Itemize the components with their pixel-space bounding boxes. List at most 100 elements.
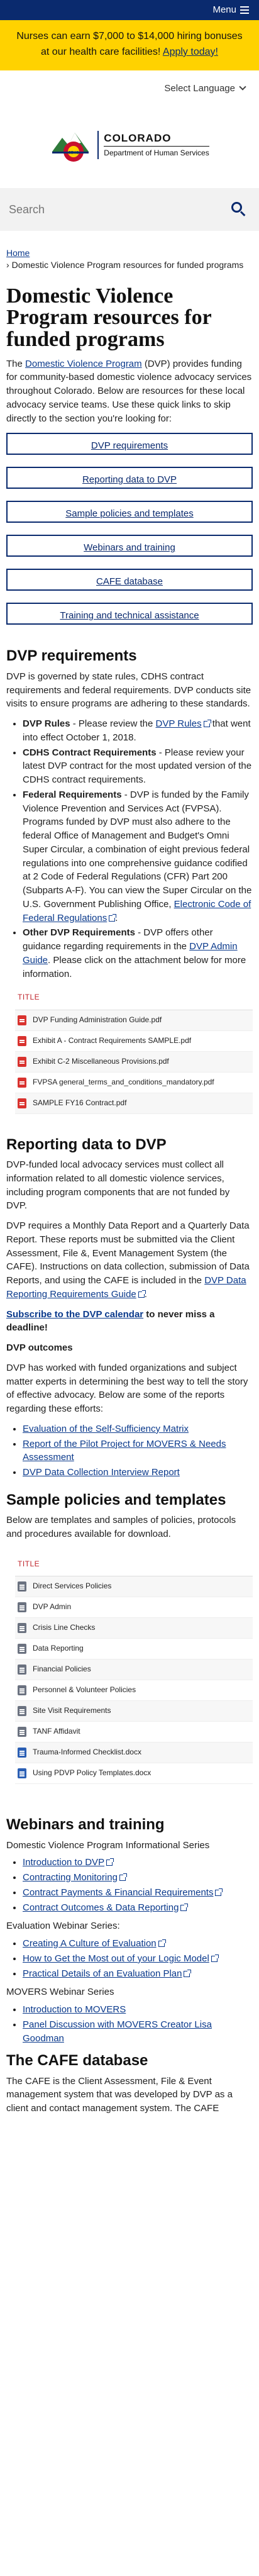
section-title-policies: Sample policies and templates (6, 1491, 226, 1508)
search-input[interactable] (9, 203, 197, 216)
file-row[interactable]: TANF Affidavit (15, 1722, 253, 1743)
reporting-p1: DVP-funded local advocacy services must … (6, 1159, 230, 1212)
requirements-file-table: TITLE DVP Funding Administration Guide.p… (15, 988, 253, 1114)
file-name: Site Visit Requirements (33, 1706, 111, 1715)
menu-button[interactable]: Menu (212, 3, 249, 17)
file-name: Data Reporting (33, 1644, 84, 1653)
file-row[interactable]: SAMPLE FY16 Contract.pdf (15, 1093, 253, 1114)
webinar-link[interactable]: Introduction to MOVERS (23, 2004, 126, 2015)
folder-icon (18, 1706, 26, 1717)
external-link-icon (119, 1873, 127, 1882)
file-row[interactable]: Data Reporting (15, 1639, 253, 1660)
site-logo[interactable]: CDHS COLORADO Department of Human Servic… (0, 99, 259, 188)
jump-webinars[interactable]: Webinars and training (6, 535, 253, 557)
colorado-logo-icon: CDHS (52, 133, 89, 162)
dvp-link[interactable]: Domestic Violence Program (25, 359, 142, 369)
logo-dept-name: Department of Human Services (104, 146, 209, 159)
item-bold: Federal Requirements (23, 789, 122, 800)
dvp-rules-link[interactable]: DVP Rules (156, 718, 202, 729)
jump-reporting-data[interactable]: Reporting data to DVP (6, 467, 253, 489)
file-row[interactable]: Trauma-Informed Checklist.docx (15, 1742, 253, 1764)
list-item: Contracting Monitoring (23, 1871, 253, 1885)
alert-banner: Nurses can earn $7,000 to $14,000 hiring… (0, 20, 259, 70)
webinar-link[interactable]: How to Get the Most out of your Logic Mo… (23, 1953, 209, 1964)
external-link-icon (138, 1290, 146, 1298)
file-name: Exhibit A - Contract Requirements SAMPLE… (33, 1036, 192, 1045)
pdf-file-icon (18, 1015, 26, 1025)
list-item: CDHS Contract Requirements - Please revi… (23, 746, 253, 787)
file-name: SAMPLE FY16 Contract.pdf (33, 1098, 127, 1108)
breadcrumb-home-link[interactable]: Home (6, 248, 30, 258)
requirements-intro: DVP is governed by state rules, CDHS con… (6, 671, 251, 710)
series1-list: Introduction to DVP Contracting Monitori… (0, 1856, 259, 1914)
file-row[interactable]: FVPSA general_terms_and_conditions_manda… (15, 1073, 253, 1093)
webinar-link[interactable]: Introduction to DVP (23, 1857, 104, 1868)
list-item: How to Get the Most out of your Logic Mo… (23, 1952, 253, 1966)
list-item: Introduction to DVP (23, 1856, 253, 1870)
policies-file-table: TITLE Direct Services Policies DVP Admin… (15, 1555, 253, 1785)
file-row[interactable]: DVP Funding Administration Guide.pdf (15, 1010, 253, 1031)
requirements-list: DVP Rules - Please review the DVP Rules … (0, 717, 259, 981)
file-row[interactable]: DVP Admin (15, 1597, 253, 1619)
word-file-icon (18, 1748, 26, 1758)
item-text: . Please click on the attachment below f… (23, 954, 246, 979)
language-select[interactable]: Select Language (164, 82, 246, 96)
alert-apply-link[interactable]: Apply today! (163, 47, 218, 57)
reporting-p2: DVP requires a Monthly Data Report and a… (0, 1219, 259, 1308)
outcome-link[interactable]: DVP Data Collection Interview Report (23, 1467, 180, 1478)
outcome-link[interactable]: Report of the Pilot Project for MOVERS &… (23, 1439, 226, 1463)
pdf-file-icon (18, 1077, 26, 1088)
webinar-link[interactable]: Practical Details of an Evaluation Plan (23, 1968, 182, 1979)
chevron-down-icon (239, 83, 246, 91)
folder-icon (18, 1644, 26, 1654)
file-row[interactable]: Direct Services Policies (15, 1576, 253, 1598)
webinar-link[interactable]: Contracting Monitoring (23, 1872, 118, 1883)
webinar-link[interactable]: Contract Payments & Financial Requiremen… (23, 1887, 213, 1898)
external-link-icon (211, 1954, 219, 1962)
external-link-icon (158, 1939, 166, 1948)
webinar-link[interactable]: Creating A Culture of Evaluation (23, 1938, 157, 1949)
series1-heading: Domestic Violence Program Informational … (6, 1839, 210, 1851)
list-item: DVP Data Collection Interview Report (23, 1466, 253, 1480)
list-item: Introduction to MOVERS (23, 2003, 253, 2017)
list-item: Contract Outcomes & Data Reporting (23, 1901, 253, 1915)
webinar-link[interactable]: Panel Discussion with MOVERS Creator Lis… (23, 2019, 212, 2044)
breadcrumb: Home › Domestic Violence Program resource… (0, 231, 259, 270)
search-icon[interactable] (231, 202, 246, 217)
breadcrumb-current: Domestic Violence Program resources for … (11, 259, 244, 270)
folder-icon (18, 1602, 26, 1613)
webinar-link[interactable]: Contract Outcomes & Data Reporting (23, 1902, 179, 1913)
external-link-icon (109, 913, 117, 922)
list-item: Federal Requirements - DVP is funded by … (23, 788, 253, 925)
outcomes-list: Evaluation of the Self-Sufficiency Matri… (0, 1422, 259, 1480)
list-item: Creating A Culture of Evaluation (23, 1937, 253, 1951)
folder-icon (18, 1581, 26, 1592)
file-name: FVPSA general_terms_and_conditions_manda… (33, 1078, 214, 1087)
external-link-icon (215, 1888, 223, 1896)
file-row[interactable]: Using PDVP Policy Templates.docx (15, 1763, 253, 1785)
policies-intro: Below are templates and samples of polic… (6, 1515, 236, 1540)
subscribe-calendar-link[interactable]: Subscribe to the DVP calendar (6, 1309, 143, 1320)
language-label: Select Language (164, 82, 235, 94)
list-item: Report of the Pilot Project for MOVERS &… (23, 1437, 253, 1465)
file-row[interactable]: Exhibit A - Contract Requirements SAMPLE… (15, 1031, 253, 1052)
file-row[interactable]: Exhibit C-2 Miscellaneous Provisions.pdf (15, 1051, 253, 1073)
file-row[interactable]: Site Visit Requirements (15, 1701, 253, 1722)
file-row[interactable]: Crisis Line Checks (15, 1618, 253, 1639)
folder-icon (18, 1623, 26, 1634)
jump-dvp-requirements[interactable]: DVP requirements (6, 433, 253, 455)
file-row[interactable]: Personnel & Volunteer Policies (15, 1680, 253, 1702)
external-link-icon (184, 1969, 192, 1977)
jump-sample-policies[interactable]: Sample policies and templates (6, 501, 253, 523)
jump-training-assistance[interactable]: Training and technical assistance (6, 603, 253, 625)
pdf-file-icon (18, 1098, 26, 1108)
external-link-icon (203, 720, 211, 728)
file-row[interactable]: Financial Policies (15, 1659, 253, 1681)
item-text: - Please review the (70, 718, 156, 730)
file-name: Personnel & Volunteer Policies (33, 1685, 136, 1695)
jump-cafe-database[interactable]: CAFE database (6, 569, 253, 591)
file-name: TANF Affidavit (33, 1727, 80, 1736)
list-item: DVP Rules - Please review the DVP Rules … (23, 717, 253, 745)
item-bold: Other DVP Requirements (23, 927, 135, 939)
outcome-link[interactable]: Evaluation of the Self-Sufficiency Matri… (23, 1424, 189, 1434)
